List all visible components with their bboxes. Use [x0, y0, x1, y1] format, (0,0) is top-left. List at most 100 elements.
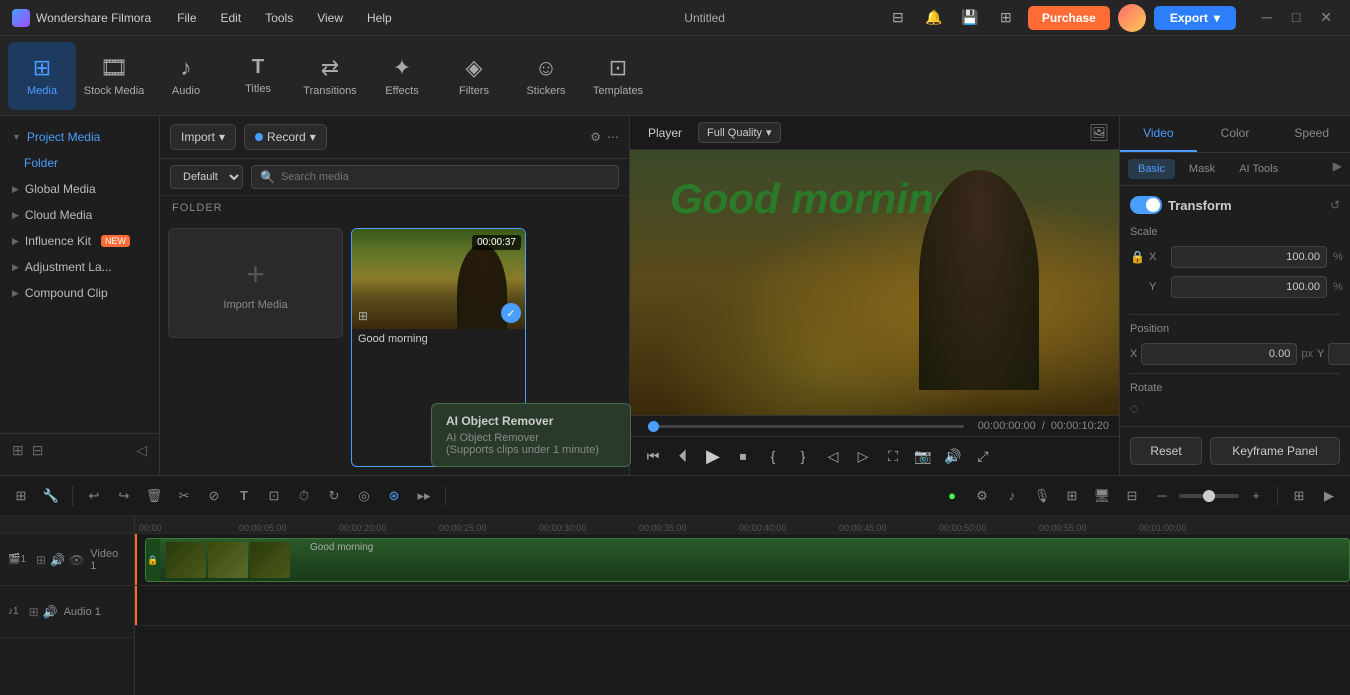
tl-zoom-in-btn[interactable]: + — [1243, 483, 1269, 509]
preview-image-icon[interactable]: 🖼 — [1089, 123, 1109, 143]
sub-tab-ai-tools[interactable]: AI Tools — [1229, 159, 1288, 179]
mute-audio-icon[interactable]: 🔊 — [43, 605, 58, 619]
search-input[interactable] — [281, 171, 610, 183]
player-tab[interactable]: Player — [640, 123, 690, 143]
tl-settings-btn[interactable]: ⚙ — [969, 483, 995, 509]
tab-speed[interactable]: Speed — [1273, 116, 1350, 152]
win-maximize-btn[interactable]: □ — [1286, 7, 1306, 28]
playhead[interactable] — [135, 534, 137, 585]
sidebar-item-folder[interactable]: Folder — [0, 150, 159, 176]
crop-button[interactable]: ⛶ — [880, 443, 906, 469]
quality-select[interactable]: Full Quality ▾ — [698, 122, 781, 143]
next-clip-button[interactable]: ▷ — [850, 443, 876, 469]
rewind-button[interactable]: ⏮ — [640, 443, 666, 469]
tl-scene-detect-btn[interactable]: ⊞ — [8, 483, 34, 509]
add-track-icon[interactable]: ⊞ — [36, 553, 46, 567]
tl-screen-btn[interactable]: 🖥 — [1089, 483, 1115, 509]
keyframe-panel-button[interactable]: Keyframe Panel — [1210, 437, 1340, 465]
menu-tools[interactable]: Tools — [255, 7, 303, 29]
transform-toggle[interactable] — [1130, 196, 1162, 214]
sub-tab-basic[interactable]: Basic — [1128, 159, 1175, 179]
tl-audio-btn[interactable]: ♪ — [999, 483, 1025, 509]
scale-lock-icon[interactable]: 🔒 — [1130, 250, 1145, 264]
mute-track-icon[interactable]: 🔊 — [50, 553, 65, 567]
position-y-input[interactable] — [1328, 343, 1350, 365]
tl-crop-btn[interactable]: ⊡ — [261, 483, 287, 509]
tl-more-btn[interactable]: ▸▸ — [411, 483, 437, 509]
more-options-icon[interactable]: ⋯ — [607, 130, 619, 144]
delete-folder-icon[interactable]: ⊟ — [32, 442, 44, 459]
position-x-input[interactable] — [1141, 343, 1297, 365]
sub-tabs-arrow[interactable]: ▶ — [1333, 159, 1342, 179]
tl-split-btn[interactable]: ⊘ — [201, 483, 227, 509]
tl-cut-btn[interactable]: ✂ — [171, 483, 197, 509]
notification-icon[interactable]: 🔔 — [920, 4, 948, 32]
mark-in-button[interactable]: { — [760, 443, 786, 469]
step-back-button[interactable]: ⏴ — [670, 443, 696, 469]
zoom-slider[interactable] — [1179, 494, 1239, 498]
tl-redo-btn[interactable]: ↪ — [111, 483, 137, 509]
tl-ai-object-remover-btn[interactable]: ⊛ AI Object Remover AI Object Remover (S… — [381, 483, 407, 509]
video-1-clip[interactable]: 🔒 Good morning — [145, 538, 1350, 582]
tl-magnet-btn[interactable]: 🔧 — [38, 483, 64, 509]
preview-progress-bar[interactable] — [648, 425, 964, 428]
save-icon[interactable]: 💾 — [956, 4, 984, 32]
sidebar-item-adjustment[interactable]: ▶ Adjustment La... — [0, 254, 159, 280]
collapse-panel-icon[interactable]: ◁ — [136, 442, 147, 459]
tl-text-btn[interactable]: T — [231, 483, 257, 509]
mark-out-button[interactable]: } — [790, 443, 816, 469]
export-button[interactable]: Export ▾ — [1154, 6, 1236, 30]
tl-delete-btn[interactable]: 🗑 — [141, 483, 167, 509]
toolbar-media[interactable]: ⊞ Media — [8, 42, 76, 110]
sidebar-item-cloud-media[interactable]: ▶ Cloud Media — [0, 202, 159, 228]
reset-button[interactable]: Reset — [1130, 437, 1202, 465]
sidebar-item-project-media[interactable]: ▼ Project Media — [0, 124, 159, 150]
sidebar-item-global-media[interactable]: ▶ Global Media — [0, 176, 159, 202]
prev-clip-button[interactable]: ◁ — [820, 443, 846, 469]
toolbar-titles[interactable]: T Titles — [224, 42, 292, 110]
sub-tab-mask[interactable]: Mask — [1179, 159, 1225, 179]
add-audio-track-icon[interactable]: ⊞ — [29, 605, 39, 619]
minimize-window-btn[interactable]: ⊟ — [884, 4, 912, 32]
tab-color[interactable]: Color — [1197, 116, 1274, 152]
stop-button[interactable]: ⏹ — [730, 443, 756, 469]
volume-button[interactable]: 🔊 — [940, 443, 966, 469]
tl-zoom-out-btn[interactable]: ─ — [1149, 483, 1175, 509]
sidebar-item-compound-clip[interactable]: ▶ Compound Clip — [0, 280, 159, 306]
toolbar-stickers[interactable]: ☺ Stickers — [512, 42, 580, 110]
transform-reset-icon[interactable]: ↺ — [1330, 198, 1340, 212]
scale-y-input[interactable] — [1171, 276, 1327, 298]
sidebar-item-influence-kit[interactable]: ▶ Influence Kit NEW — [0, 228, 159, 254]
toolbar-effects[interactable]: ✦ Effects — [368, 42, 436, 110]
import-button[interactable]: Import ▾ — [170, 124, 236, 150]
sort-select[interactable]: Default — [170, 165, 243, 189]
grid-icon[interactable]: ⊞ — [992, 4, 1020, 32]
fullscreen-button[interactable]: ⤢ — [970, 443, 996, 469]
tl-pip-btn[interactable]: ⊟ — [1119, 483, 1145, 509]
scale-x-input[interactable] — [1171, 246, 1327, 268]
tab-video[interactable]: Video — [1120, 116, 1197, 152]
menu-view[interactable]: View — [307, 7, 353, 29]
tl-collab-btn[interactable]: ⊞ — [1059, 483, 1085, 509]
toolbar-stock-media[interactable]: 🎞 Stock Media — [80, 42, 148, 110]
toolbar-transitions[interactable]: ⇄ Transitions — [296, 42, 364, 110]
snapshot-button[interactable]: 📷 — [910, 443, 936, 469]
lock-track-icon[interactable]: 👁 — [69, 553, 84, 567]
tl-stabilize-btn[interactable]: ◎ — [351, 483, 377, 509]
menu-help[interactable]: Help — [357, 7, 402, 29]
win-minimize-btn[interactable]: ─ — [1256, 7, 1278, 28]
tl-undo-btn[interactable]: ↩ — [81, 483, 107, 509]
filter-icon[interactable]: ⚙ — [590, 130, 601, 144]
rotate-reset-icon[interactable]: ◇ — [1130, 402, 1138, 415]
menu-file[interactable]: File — [167, 7, 206, 29]
tl-speed-btn[interactable]: ⏱ — [291, 483, 317, 509]
tl-green-indicator[interactable]: ● — [939, 483, 965, 509]
add-folder-icon[interactable]: ⊞ — [12, 442, 24, 459]
import-media-thumb[interactable]: + Import Media — [168, 228, 343, 338]
toolbar-filters[interactable]: ◈ Filters — [440, 42, 508, 110]
tl-layout-btn[interactable]: ⊞ — [1286, 483, 1312, 509]
purchase-button[interactable]: Purchase — [1028, 6, 1110, 30]
toolbar-templates[interactable]: ⊡ Templates — [584, 42, 652, 110]
record-button[interactable]: Record ▾ — [244, 124, 327, 150]
win-close-btn[interactable]: ✕ — [1314, 7, 1338, 28]
